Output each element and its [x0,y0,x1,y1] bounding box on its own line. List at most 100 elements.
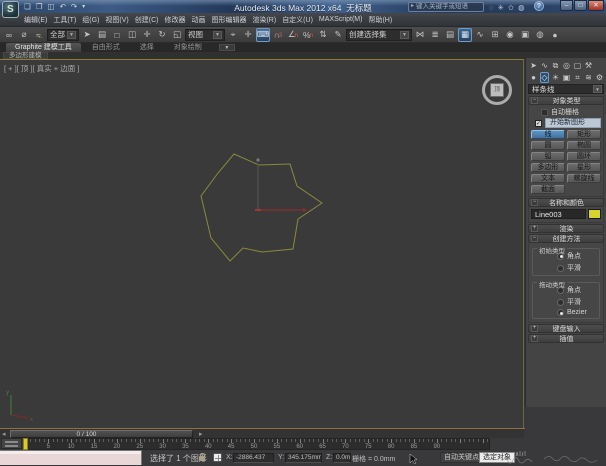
current-frame-marker[interactable] [23,438,28,450]
object-color-swatch[interactable] [588,209,601,219]
favorites-icon[interactable]: ✩ [508,3,514,12]
menu-item-4[interactable]: 创建(C) [135,15,159,25]
select-and-move-icon[interactable]: ✛ [140,28,154,42]
ribbon-tab-3[interactable]: 对象绘制 [165,43,211,52]
curve-editor-icon[interactable]: ∿ [473,28,487,42]
display-tab-icon[interactable]: ▢ [573,61,582,70]
start-new-shape-button[interactable]: 开始新图形 [545,118,601,128]
polygon-modeling-panel-label[interactable]: 多边形建模 [3,52,48,59]
menu-item-9[interactable]: 自定义(U) [282,15,313,25]
subscription-icon[interactable]: ✳ [497,3,503,12]
maxscript-mini-listener[interactable] [0,450,142,465]
button-star[interactable]: 星形 [567,163,601,172]
button-rectangle[interactable]: 矩形 [567,130,601,139]
collapse-icon[interactable]: − [531,235,538,242]
select-by-name-icon[interactable]: ▤ [95,28,109,42]
collapse-icon[interactable]: − [531,199,538,206]
menu-item-8[interactable]: 渲染(R) [252,15,276,25]
expand-icon[interactable]: + [531,335,538,342]
time-slider-next-icon[interactable]: ▸ [199,430,203,438]
rollout-name-color[interactable]: − 名称和颜色 [528,198,604,207]
auto-key-button[interactable]: 自动关键点 [440,452,483,463]
track-bar-ruler[interactable]: 5 10 15 20 25 30 35 40 45 50 55 60 65 70 75 80 85 90 [23,438,490,450]
y-coordinate-field[interactable]: 345.175mm [285,452,322,463]
create-tab-icon[interactable]: ➤ [529,61,538,70]
geometry-icon[interactable]: ● [529,73,538,82]
rendered-frame-window-icon[interactable]: ◍ [533,28,547,42]
maximize-button[interactable]: □ [574,0,587,11]
space-warps-icon[interactable]: ≋ [584,73,593,82]
viewcube-top-face[interactable]: 顶 [490,83,504,97]
button-ngon[interactable]: 多边形 [531,163,565,172]
rollout-object-type[interactable]: − 对象类型 [528,96,604,105]
menu-item-10[interactable]: MAXScript(M) [319,16,363,23]
spinner-snap-toggle-icon[interactable]: ⇅ [316,28,330,42]
button-helix[interactable]: 螺旋线 [567,174,601,183]
shapes-icon[interactable]: ◇ [540,72,549,83]
ribbon-display-dropdown[interactable]: ▼ [218,44,235,51]
cameras-icon[interactable]: ▣ [562,73,571,82]
use-center-flyout-icon[interactable]: ⌖ [226,28,240,42]
menu-item-11[interactable]: 帮助(H) [368,15,392,25]
named-selection-sets-dropdown[interactable]: 创建选择集 ▼ [346,28,412,41]
track-bar[interactable]: 5 10 15 20 25 30 35 40 45 50 55 60 65 70 75 80 85 90 [0,438,490,450]
helpers-icon[interactable]: ⌗ [573,73,582,83]
menu-item-0[interactable]: 编辑(E) [24,15,47,25]
button-donut[interactable]: 圆环 [567,152,601,161]
menu-item-5[interactable]: 修改器 [164,15,185,25]
search-input[interactable]: ▸ 键入关键字或短语 [408,1,484,12]
communication-icon[interactable]: ◍ [518,3,525,12]
radio-initial-corner[interactable] [557,252,564,260]
time-slider-handle[interactable]: 0 / 100 [10,430,193,438]
search-icon[interactable]: ◌ [489,3,493,12]
mirror-icon[interactable]: ⋈ [413,28,427,42]
button-text[interactable]: 文本 [531,174,565,183]
search-dropdown-icon[interactable]: ▸ [411,3,414,11]
render-setup-icon[interactable]: ▣ [518,28,532,42]
layer-manager-icon[interactable]: ▤ [443,28,457,42]
minimize-button[interactable]: – [560,0,573,11]
expand-icon[interactable]: + [531,325,538,332]
select-and-scale-icon[interactable]: ◱ [170,28,184,42]
systems-icon[interactable]: ⚙ [595,73,604,82]
viewport-top[interactable]: [ + ][ 顶 ][ 真实 + 边面 ] 顶 y x [0,59,524,428]
button-circle[interactable]: 圆 [531,141,565,150]
window-crossing-toggle-icon[interactable]: ◫ [125,28,139,42]
align-icon[interactable]: ≣ [428,28,442,42]
mini-curve-editor-button[interactable] [1,438,22,449]
percent-snap-toggle-icon[interactable]: % n [301,28,315,42]
graphite-modeling-toggle-icon[interactable]: ▦ [458,27,472,42]
select-and-rotate-icon[interactable]: ↻ [155,28,169,42]
x-coordinate-field[interactable]: -2886.437 [233,452,274,463]
utilities-tab-icon[interactable]: ⚒ [584,61,593,70]
material-editor-icon[interactable]: ◉ [503,28,517,42]
application-menu-button[interactable]: S [2,1,19,18]
help-button[interactable]: ? [534,1,544,11]
dropdown-arrow-icon[interactable]: ▼ [593,85,602,93]
ribbon-tab-1[interactable]: 自由形式 [83,43,129,52]
object-name-input[interactable]: Line003 [531,209,586,219]
rectangular-selection-region-icon[interactable]: □ [110,28,124,42]
angle-snap-toggle-icon[interactable]: ∠ n [286,28,300,42]
hierarchy-tab-icon[interactable]: ⧉ [551,61,560,71]
button-line[interactable]: 线 [531,130,565,139]
radio-drag-smooth[interactable] [557,298,564,306]
time-slider-prev-icon[interactable]: ◂ [2,430,6,438]
modify-tab-icon[interactable]: ∿ [540,61,549,70]
select-and-manipulate-icon[interactable]: ✛ [241,28,255,42]
absolute-mode-icon[interactable] [213,453,222,462]
ribbon-tab-2[interactable]: 选择 [131,43,163,52]
menu-item-6[interactable]: 动画 [191,15,205,25]
edit-named-selection-sets-icon[interactable]: ✎ [331,28,345,42]
button-ellipse[interactable]: 椭圆 [567,141,601,150]
viewcube[interactable]: 顶 [481,74,513,106]
radio-drag-bezier[interactable] [557,309,564,316]
menu-item-1[interactable]: 工具(T) [53,15,76,25]
select-object-icon[interactable]: ➤ [80,28,94,42]
spline-category-dropdown[interactable]: 样条线 ▼ [528,84,604,94]
rollout-creation-method[interactable]: − 创建方法 [528,234,604,243]
unlink-selection-icon[interactable]: ⌀ [17,28,31,42]
reference-coordinate-dropdown[interactable]: 视图 ▼ [185,28,225,41]
ribbon-tab-0[interactable]: Graphite 建模工具 [6,43,81,52]
autogrid-checkbox[interactable] [541,108,548,116]
